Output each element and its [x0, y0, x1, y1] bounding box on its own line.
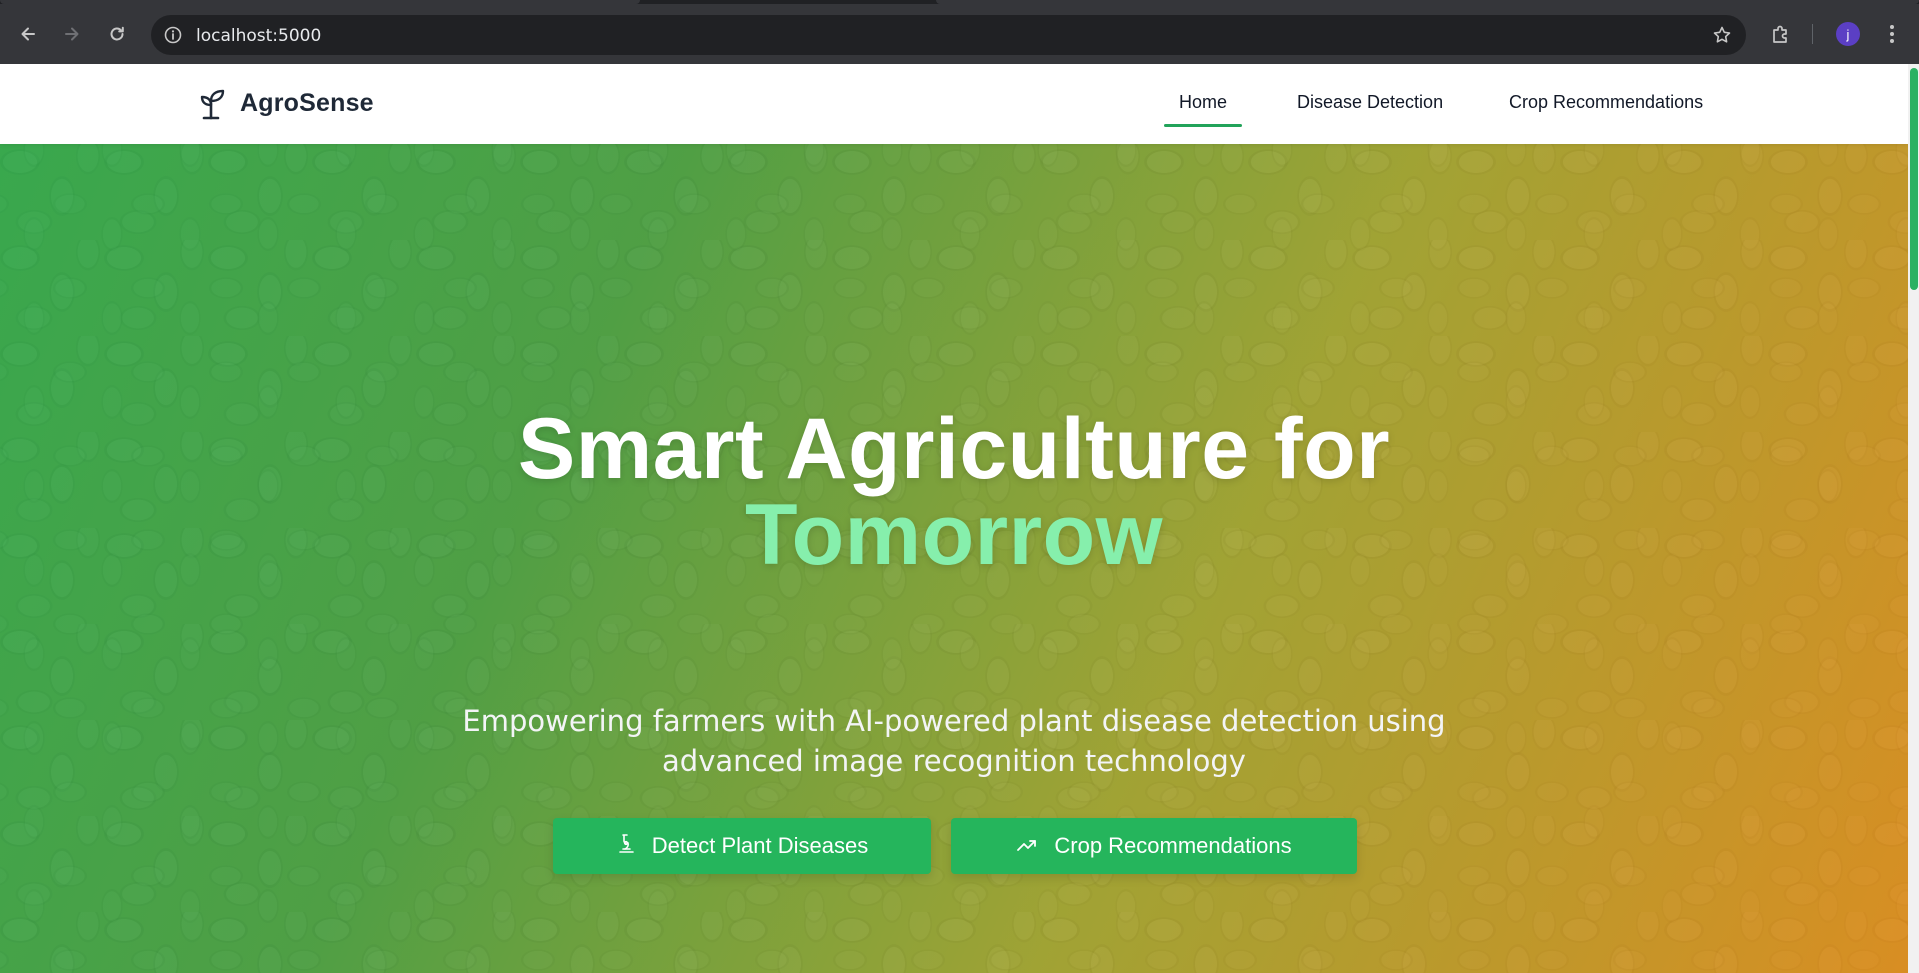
main-nav: Home Disease Detection Crop Recommendati… [0, 64, 1908, 144]
site-header: AgroSense Home Disease Detection Crop Re… [0, 64, 1908, 144]
page-viewport: AgroSense Home Disease Detection Crop Re… [0, 64, 1919, 973]
browser-menu-button[interactable] [1878, 20, 1906, 48]
site-info-icon[interactable] [163, 25, 183, 45]
tab-strip [0, 0, 1919, 4]
detect-diseases-button[interactable]: Detect Plant Diseases [553, 818, 931, 874]
arrow-right-icon [65, 27, 79, 41]
hero-subtitle: Empowering farmers with AI-powered plant… [462, 704, 1446, 778]
forward-button[interactable] [56, 18, 88, 50]
toolbar-divider [1812, 24, 1813, 44]
crop-recommendations-button[interactable]: Crop Recommendations [951, 818, 1357, 874]
browser-toolbar: localhost:5000 j [0, 0, 1919, 64]
nav-disease-detection[interactable]: Disease Detection [1297, 92, 1443, 113]
crop-recommendations-label: Crop Recommendations [1054, 833, 1292, 858]
reload-icon [110, 26, 124, 41]
puzzle-icon [1773, 25, 1787, 43]
tab[interactable] [936, 0, 1919, 4]
hero-section: Smart Agriculture for Tomorrow Empowerin… [0, 144, 1908, 973]
more-vertical-icon [1890, 25, 1894, 43]
back-button[interactable] [12, 18, 44, 50]
detect-diseases-label: Detect Plant Diseases [651, 833, 869, 858]
extensions-button[interactable] [1767, 20, 1795, 48]
nav-home[interactable]: Home [1163, 92, 1243, 127]
page-scrollbar[interactable] [1908, 64, 1919, 973]
url-text[interactable]: localhost:5000 [196, 26, 321, 46]
tab[interactable] [0, 0, 640, 4]
bookmark-star-icon[interactable] [1712, 25, 1732, 45]
hero-actions: Detect Plant Diseases Crop Recommendatio… [0, 818, 1908, 874]
nav-crop-recommendations[interactable]: Crop Recommendations [1509, 92, 1703, 113]
address-bar[interactable]: localhost:5000 [151, 15, 1746, 55]
hero-content: Smart Agriculture for Tomorrow Empowerin… [0, 144, 1908, 973]
profile-avatar[interactable]: j [1836, 22, 1860, 46]
hero-title: Smart Agriculture for Tomorrow [0, 406, 1908, 578]
hero-title-highlight: Tomorrow [744, 487, 1164, 583]
reload-button[interactable] [101, 18, 133, 50]
arrow-left-icon [21, 27, 35, 41]
trending-up-icon [1016, 833, 1038, 859]
scrollbar-thumb[interactable] [1910, 68, 1918, 290]
microscope-icon [616, 832, 636, 860]
hero-title-line1: Smart Agriculture for [517, 401, 1391, 497]
